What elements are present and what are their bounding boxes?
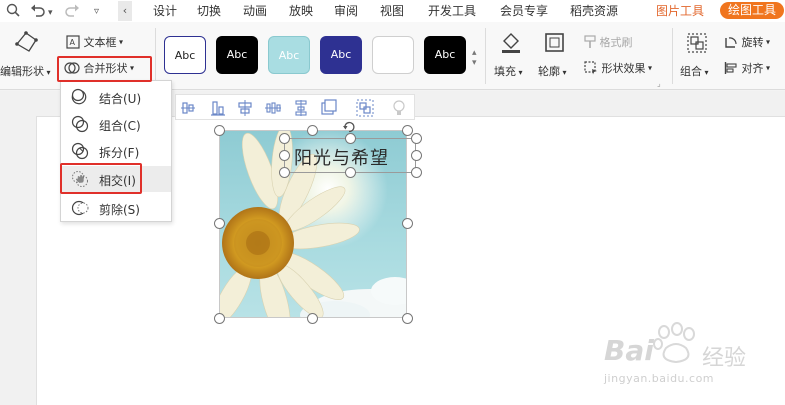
distribute-horizontal-icon[interactable] [264,99,282,117]
floating-align-toolbar [175,94,415,120]
redo-icon[interactable] [64,3,80,22]
slide-title-text[interactable]: 阳光与希望 [294,144,389,170]
style-presets-more-icon[interactable]: ▴ ▾ [472,48,477,68]
highlight-intersect [60,163,142,194]
baidu-jingyan-watermark: Bai 经验 jingyan.baidu.com [602,320,772,400]
align-top-icon[interactable] [179,99,197,117]
menu-item-union-label: 结合(U) [99,92,142,106]
menu-item-union[interactable]: 结合(U) [62,84,171,110]
style-preset-white[interactable] [372,36,414,74]
edit-shape-label: 编辑形状 [0,65,44,78]
tab-view[interactable]: 视图 [380,3,404,19]
tab-slideshow[interactable]: 放映 [289,3,313,19]
resize-handle[interactable] [411,150,422,161]
fragment-icon [71,142,89,160]
shape-effects-label: 形状效果 [601,62,646,75]
resize-handle[interactable] [345,133,356,144]
bring-forward-icon[interactable] [320,99,338,117]
tab-member[interactable]: 会员专享 [500,3,548,19]
resize-handle[interactable] [402,218,413,229]
customize-quick-access-icon[interactable]: ▿ [94,4,99,20]
tab-design[interactable]: 设计 [153,3,177,19]
group-label: 组合 [680,65,702,78]
align-button[interactable]: 对齐 ▾ [724,60,770,76]
outline-button[interactable]: 轮廓 ▾ [538,63,567,79]
tab-resources[interactable]: 稻壳资源 [570,3,618,19]
combine-icon [71,115,89,133]
resize-handle[interactable] [279,167,290,178]
tab-picture-tools[interactable]: 图片工具 [656,3,704,19]
resize-handle[interactable] [279,150,290,161]
undo-icon[interactable] [30,3,46,22]
rotate-label: 旋转 [741,36,764,49]
menu-item-combine-label: 组合(C) [99,119,141,133]
menu-item-subtract[interactable]: 剪除(S) [62,195,171,221]
tab-transitions[interactable]: 切换 [197,3,221,19]
fill-label: 填充 [494,65,516,78]
align-bottom-icon[interactable] [209,99,227,117]
resize-handle[interactable] [307,125,318,136]
tab-animation[interactable]: 动画 [243,3,267,19]
watermark-brand-suffix: 经验 [702,346,747,371]
collapse-ribbon-icon[interactable]: ‹ [118,1,132,21]
watermark-url: jingyan.baidu.com [604,372,715,385]
tab-developer[interactable]: 开发工具 [428,3,476,19]
highlight-merge-shapes [57,56,152,82]
rotate-handle-icon[interactable] [342,120,356,134]
ribbon-divider [485,28,486,84]
resize-handle[interactable] [402,313,413,324]
menu-item-subtract-label: 剪除(S) [99,203,140,217]
textbox-label: 文本框 [83,36,117,49]
merge-shapes-menu: 结合(U) 组合(C) 拆分(F) 相交(I) 剪除(S) [60,80,172,222]
align-label: 对齐 [741,62,764,75]
style-preset-black-2[interactable]: Abc [424,36,466,74]
format-painter-label: 格式刷 [599,36,633,49]
rotate-button[interactable]: 旋转 ▾ [724,34,770,50]
resize-handle[interactable] [214,313,225,324]
style-preset-teal[interactable]: Abc [268,36,310,74]
resize-handle[interactable] [279,133,290,144]
outline-label: 轮廓 [538,65,560,78]
lightbulb-icon[interactable] [390,99,408,117]
shape-effects-button[interactable]: 形状效果 ▾ [584,60,652,76]
style-preset-navy[interactable]: Abc [320,36,362,74]
group-icon[interactable] [686,32,708,54]
watermark-brand: Bai [604,334,654,367]
ribbon-divider [155,28,156,84]
resize-handle[interactable] [214,125,225,136]
align-center-icon[interactable] [236,99,254,117]
resize-handle[interactable] [411,167,422,178]
ribbon-divider [672,28,673,84]
menu-item-combine[interactable]: 组合(C) [62,111,171,137]
print-preview-icon[interactable] [6,3,20,22]
format-painter-button[interactable]: 格式刷 [584,34,633,50]
resize-handle[interactable] [345,167,356,178]
menu-item-fragment[interactable]: 拆分(F) [62,138,171,164]
svg-text:A: A [70,38,76,47]
style-preset-outline[interactable]: Abc [164,36,206,74]
resize-handle[interactable] [214,218,225,229]
tab-review[interactable]: 审阅 [334,3,358,19]
outline-icon[interactable] [544,32,566,54]
undo-dropdown-icon[interactable]: ▾ [48,5,53,21]
tab-bar: ▾ ▿ ‹ 设计 切换 动画 放映 审阅 视图 开发工具 会员专享 稻壳资源 图… [0,0,785,22]
edit-shape-button[interactable]: 编辑形状 ▾ [0,63,51,79]
union-icon [71,88,87,105]
edit-shape-icon[interactable] [14,30,40,54]
group-objects-icon[interactable] [356,99,374,117]
subtract-icon [71,200,89,216]
distribute-vertical-icon[interactable] [292,99,310,117]
group-button[interactable]: 组合 ▾ [680,63,709,79]
resize-handle[interactable] [411,133,422,144]
resize-handle[interactable] [307,313,318,324]
fill-button[interactable]: 填充 ▾ [494,63,523,79]
textbox-button[interactable]: A 文本框 ▾ [66,34,123,50]
dialog-launcher-icon[interactable]: ⌟ [657,79,661,88]
tab-drawing-tools[interactable]: 绘图工具 [720,2,785,19]
fill-icon[interactable] [500,32,522,54]
menu-item-fragment-label: 拆分(F) [99,146,140,160]
style-preset-black[interactable]: Abc [216,36,258,74]
